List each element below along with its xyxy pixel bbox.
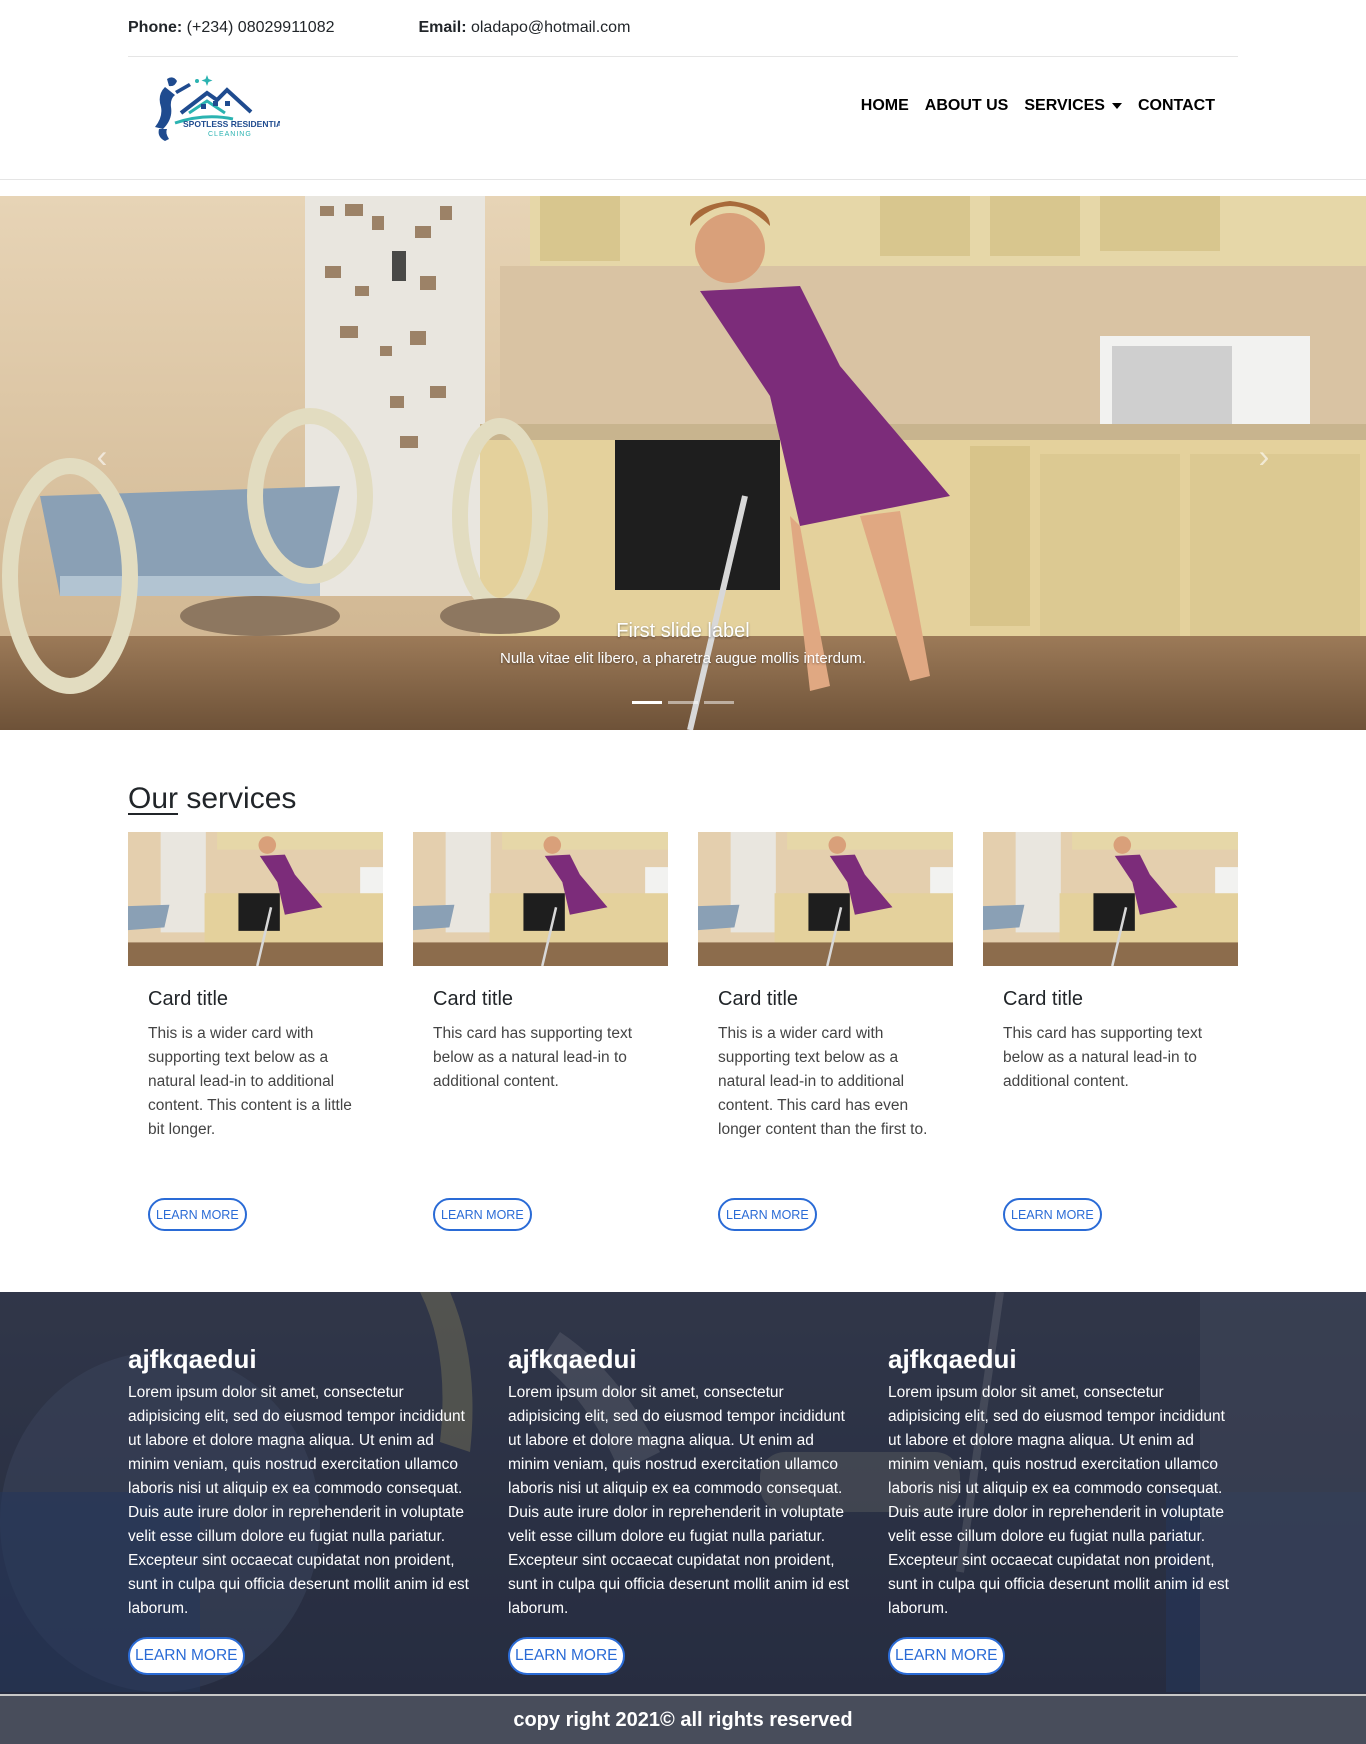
logo[interactable]: SPOTLESS RESIDENTIAL CLEANING <box>145 71 287 147</box>
services-heading-rest: services <box>178 782 297 815</box>
service-card: Card title This is a wider card with sup… <box>128 832 383 1232</box>
learn-more-button[interactable]: LEARN MORE <box>148 1198 247 1231</box>
navbar: SPOTLESS RESIDENTIAL CLEANING HOME ABOUT… <box>0 57 1366 180</box>
card-image <box>128 832 383 966</box>
learn-more-button[interactable]: LEARN MORE <box>888 1637 1005 1675</box>
feature-text: Lorem ipsum dolor sit amet, consectetur … <box>508 1384 849 1617</box>
phone-value: (+234) 08029911082 <box>182 19 335 36</box>
email-label: Email: <box>418 19 467 36</box>
caption-text: Nulla vitae elit libero, a pharetra augu… <box>499 650 867 667</box>
card-title: Card title <box>433 988 514 1010</box>
feature-column: ajfkqaedui Lorem ipsum dolor sit amet, c… <box>888 1344 1238 1675</box>
chevron-right-icon: › <box>1258 437 1270 474</box>
carousel-prev-button[interactable]: ‹ <box>82 436 122 476</box>
services-heading: Our services <box>128 782 296 816</box>
copyright-text: copy right 2021© all rights reserved <box>513 1708 853 1731</box>
nav-services-dropdown[interactable]: SERVICES <box>1024 97 1122 115</box>
nav-services-label: SERVICES <box>1024 97 1105 114</box>
service-card: Card title This card has supporting text… <box>413 832 668 1232</box>
feature-column: ajfkqaedui Lorem ipsum dolor sit amet, c… <box>508 1344 858 1675</box>
footer: copy right 2021© all rights reserved <box>0 1694 1366 1744</box>
logo-line1: SPOTLESS RESIDENTIAL <box>183 119 280 129</box>
feature-heading: ajfkqaedui <box>508 1344 637 1374</box>
feature-column: ajfkqaedui Lorem ipsum dolor sit amet, c… <box>128 1344 478 1675</box>
email-info: Email: oladapo@hotmail.com <box>419 19 631 37</box>
nav-about-us[interactable]: ABOUT US <box>925 97 1009 115</box>
card-text: This card has supporting text below as a… <box>433 1025 633 1090</box>
feature-text: Lorem ipsum dolor sit amet, consectetur … <box>888 1384 1229 1617</box>
learn-more-button[interactable]: LEARN MORE <box>718 1198 817 1231</box>
hero-carousel: ‹ › First slide label Nulla vitae elit l… <box>0 196 1366 730</box>
caption-title: First slide label <box>616 620 750 642</box>
feature-heading: ajfkqaedui <box>888 1344 1017 1374</box>
card-title: Card title <box>718 988 799 1010</box>
learn-more-button[interactable]: LEARN MORE <box>128 1637 245 1675</box>
phone-label: Phone: <box>128 19 183 36</box>
card-title: Card title <box>148 988 229 1010</box>
card-image <box>698 832 953 966</box>
service-card: Card title This card has supporting text… <box>983 832 1238 1232</box>
contact-bar: Phone: (+234) 08029911082 Email: oladapo… <box>128 0 1238 57</box>
feature-heading: ajfkqaedui <box>128 1344 257 1374</box>
carousel-indicator[interactable] <box>704 701 734 704</box>
caret-down-icon <box>1111 103 1122 109</box>
card-text: This is a wider card with supporting tex… <box>148 1025 352 1138</box>
features-section: ajfkqaedui Lorem ipsum dolor sit amet, c… <box>0 1292 1366 1694</box>
nav-contact[interactable]: CONTACT <box>1138 97 1215 115</box>
card-text: This card has supporting text below as a… <box>1003 1025 1203 1090</box>
card-image <box>413 832 668 966</box>
nav-home[interactable]: HOME <box>861 97 909 115</box>
carousel-indicator[interactable] <box>668 701 698 704</box>
services-heading-underlined: Our <box>128 782 179 815</box>
card-text: This is a wider card with supporting tex… <box>718 1025 928 1138</box>
main-menu: HOME ABOUT US SERVICES CONTACT <box>861 97 1215 115</box>
carousel-next-button[interactable]: › <box>1244 436 1284 476</box>
chevron-left-icon: ‹ <box>96 437 108 474</box>
carousel-caption: First slide label Nulla vitae elit liber… <box>0 620 1366 667</box>
learn-more-button[interactable]: LEARN MORE <box>1003 1198 1102 1231</box>
carousel-indicator[interactable] <box>632 701 662 704</box>
learn-more-button[interactable]: LEARN MORE <box>508 1637 625 1675</box>
learn-more-button[interactable]: LEARN MORE <box>433 1198 532 1231</box>
phone-info: Phone: (+234) 08029911082 <box>128 19 335 37</box>
card-image <box>983 832 1238 966</box>
card-title: Card title <box>1003 988 1084 1010</box>
carousel-indicators <box>632 701 734 704</box>
service-card: Card title This is a wider card with sup… <box>698 832 953 1232</box>
email-value: oladapo@hotmail.com <box>466 19 631 36</box>
logo-line2: CLEANING <box>208 131 252 138</box>
service-cards: Card title This is a wider card with sup… <box>128 832 1238 1232</box>
feature-text: Lorem ipsum dolor sit amet, consectetur … <box>128 1384 469 1617</box>
